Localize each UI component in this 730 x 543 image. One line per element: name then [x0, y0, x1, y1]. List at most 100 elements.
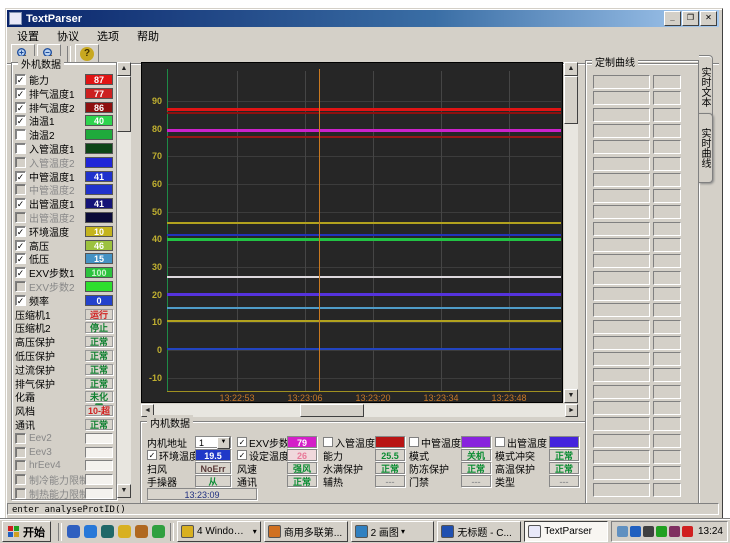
- 出管温度-checkbox[interactable]: [495, 437, 505, 447]
- chart-vscrollbar[interactable]: ▲ ▼: [564, 62, 578, 403]
- menu-item-1[interactable]: 设置: [13, 27, 43, 45]
- chart-plot[interactable]: 9080706050403020100-1013:22:5313:23:0613…: [141, 62, 563, 403]
- tray-icon-5[interactable]: [669, 526, 680, 537]
- custom-curve-value-box[interactable]: [653, 238, 681, 252]
- task-button-2[interactable]: 商用多联第...: [264, 521, 348, 542]
- chevron-down-icon[interactable]: ▼: [217, 437, 230, 449]
- start-button[interactable]: 开始: [2, 521, 51, 542]
- custom-curve-name-box[interactable]: [593, 124, 650, 138]
- custom-curve-value-box[interactable]: [653, 434, 681, 448]
- custom-curve-value-box[interactable]: [653, 75, 681, 89]
- chart-hscrollbar[interactable]: ◄ ►: [141, 404, 578, 417]
- 油温1-checkbox[interactable]: ✓: [15, 115, 26, 126]
- custom-curve-value-box[interactable]: [653, 287, 681, 301]
- 环境温度-checkbox[interactable]: ✓: [15, 226, 26, 237]
- custom-curve-value-box[interactable]: [653, 368, 681, 382]
- custom-curve-value-box[interactable]: [653, 254, 681, 268]
- custom-curve-name-box[interactable]: [593, 238, 650, 252]
- custom-curve-name-box[interactable]: [593, 434, 650, 448]
- quick-launch-icon-1[interactable]: [67, 525, 80, 538]
- tray-icon-1[interactable]: [617, 526, 628, 537]
- side-tab-2[interactable]: 实时曲线: [699, 113, 713, 183]
- custom-curve-name-box[interactable]: [593, 385, 650, 399]
- 入管温度-checkbox[interactable]: [323, 437, 333, 447]
- 入管温度2-checkbox[interactable]: [15, 157, 26, 168]
- 排气温度2-checkbox[interactable]: ✓: [15, 102, 26, 113]
- EXV步数2-checkbox[interactable]: [15, 281, 26, 292]
- 能力-checkbox[interactable]: ✓: [15, 74, 26, 85]
- custom-curve-name-box[interactable]: [593, 91, 650, 105]
- custom-curve-value-box[interactable]: [653, 271, 681, 285]
- custom-curve-value-box[interactable]: [653, 157, 681, 171]
- custom-curve-name-box[interactable]: [593, 352, 650, 366]
- EXV步数-checkbox[interactable]: ✓: [237, 437, 247, 447]
- 制热能力限制-checkbox[interactable]: [15, 488, 26, 499]
- outdoor-scroll-thumb[interactable]: [117, 76, 131, 132]
- custom-curve-value-box[interactable]: [653, 483, 681, 497]
- task-button-4[interactable]: 无标题 - C...: [437, 521, 521, 542]
- custom-curve-value-box[interactable]: [653, 140, 681, 154]
- tray-icon-2[interactable]: [630, 526, 641, 537]
- custom-curve-name-box[interactable]: [593, 368, 650, 382]
- chart-vscroll-up-icon[interactable]: ▲: [564, 62, 578, 76]
- menu-item-4[interactable]: 帮助: [133, 27, 163, 45]
- quick-launch-icon-5[interactable]: [135, 525, 148, 538]
- chart-vscroll-thumb[interactable]: [564, 76, 578, 124]
- task-button-1[interactable]: 4 Windows...▾: [177, 521, 261, 542]
- custom-curve-value-box[interactable]: [653, 336, 681, 350]
- custom-curve-name-box[interactable]: [593, 189, 650, 203]
- custom-curve-name-box[interactable]: [593, 140, 650, 154]
- outdoor-scrollbar[interactable]: ▲ ▼: [117, 62, 131, 498]
- 中管温度2-checkbox[interactable]: [15, 184, 26, 195]
- quick-launch-icon-4[interactable]: [118, 525, 131, 538]
- custom-curve-value-box[interactable]: [653, 352, 681, 366]
- help-button[interactable]: ?: [75, 44, 99, 64]
- EXV步数1-checkbox[interactable]: ✓: [15, 267, 26, 278]
- task-group-dropdown-icon[interactable]: ▾: [253, 527, 257, 536]
- custom-curve-value-box[interactable]: [653, 91, 681, 105]
- menu-item-2[interactable]: 协议: [53, 27, 83, 45]
- 低压-checkbox[interactable]: ✓: [15, 253, 26, 264]
- custom-curve-value-box[interactable]: [653, 124, 681, 138]
- quick-launch-icon-6[interactable]: [152, 525, 165, 538]
- close-button[interactable]: ✕: [700, 11, 717, 26]
- indoor-address-dropdown[interactable]: 1▼: [195, 436, 231, 448]
- title-bar[interactable]: TextParser _ ❐ ✕: [7, 10, 719, 27]
- 出管温度2-checkbox[interactable]: [15, 212, 26, 223]
- custom-curve-value-box[interactable]: [653, 205, 681, 219]
- custom-curve-name-box[interactable]: [593, 108, 650, 122]
- tray-icon-3[interactable]: [643, 526, 654, 537]
- custom-curve-name-box[interactable]: [593, 271, 650, 285]
- custom-curve-value-box[interactable]: [653, 222, 681, 236]
- 出管温度1-checkbox[interactable]: ✓: [15, 198, 26, 209]
- hrEev4-checkbox[interactable]: [15, 460, 26, 471]
- 高压-checkbox[interactable]: ✓: [15, 240, 26, 251]
- chart-hscroll-thumb[interactable]: [300, 404, 364, 417]
- Eev3-checkbox[interactable]: [15, 447, 26, 458]
- custom-curve-name-box[interactable]: [593, 287, 650, 301]
- restore-button[interactable]: ❐: [682, 11, 699, 26]
- task-button-5[interactable]: TextParser: [524, 521, 608, 542]
- custom-curve-value-box[interactable]: [653, 189, 681, 203]
- custom-curve-value-box[interactable]: [653, 417, 681, 431]
- custom-curve-value-box[interactable]: [653, 320, 681, 334]
- custom-curve-value-box[interactable]: [653, 450, 681, 464]
- side-tab-1[interactable]: 实时文本: [699, 55, 713, 119]
- custom-curve-name-box[interactable]: [593, 417, 650, 431]
- chart-vscroll-down-icon[interactable]: ▼: [564, 389, 578, 403]
- 中管温度-checkbox[interactable]: [409, 437, 419, 447]
- quick-launch-icon-3[interactable]: [101, 525, 114, 538]
- custom-curve-name-box[interactable]: [593, 157, 650, 171]
- minimize-button[interactable]: _: [664, 11, 681, 26]
- custom-curve-value-box[interactable]: [653, 401, 681, 415]
- 油温2-checkbox[interactable]: [15, 129, 26, 140]
- outdoor-scroll-up-icon[interactable]: ▲: [117, 62, 131, 76]
- 入管温度1-checkbox[interactable]: [15, 143, 26, 154]
- custom-curve-name-box[interactable]: [593, 320, 650, 334]
- quick-launch-icon-2[interactable]: [84, 525, 97, 538]
- outdoor-scroll-down-icon[interactable]: ▼: [117, 484, 131, 498]
- custom-curve-name-box[interactable]: [593, 450, 650, 464]
- custom-curve-name-box[interactable]: [593, 336, 650, 350]
- custom-curve-name-box[interactable]: [593, 401, 650, 415]
- 制冷能力限制-checkbox[interactable]: [15, 474, 26, 485]
